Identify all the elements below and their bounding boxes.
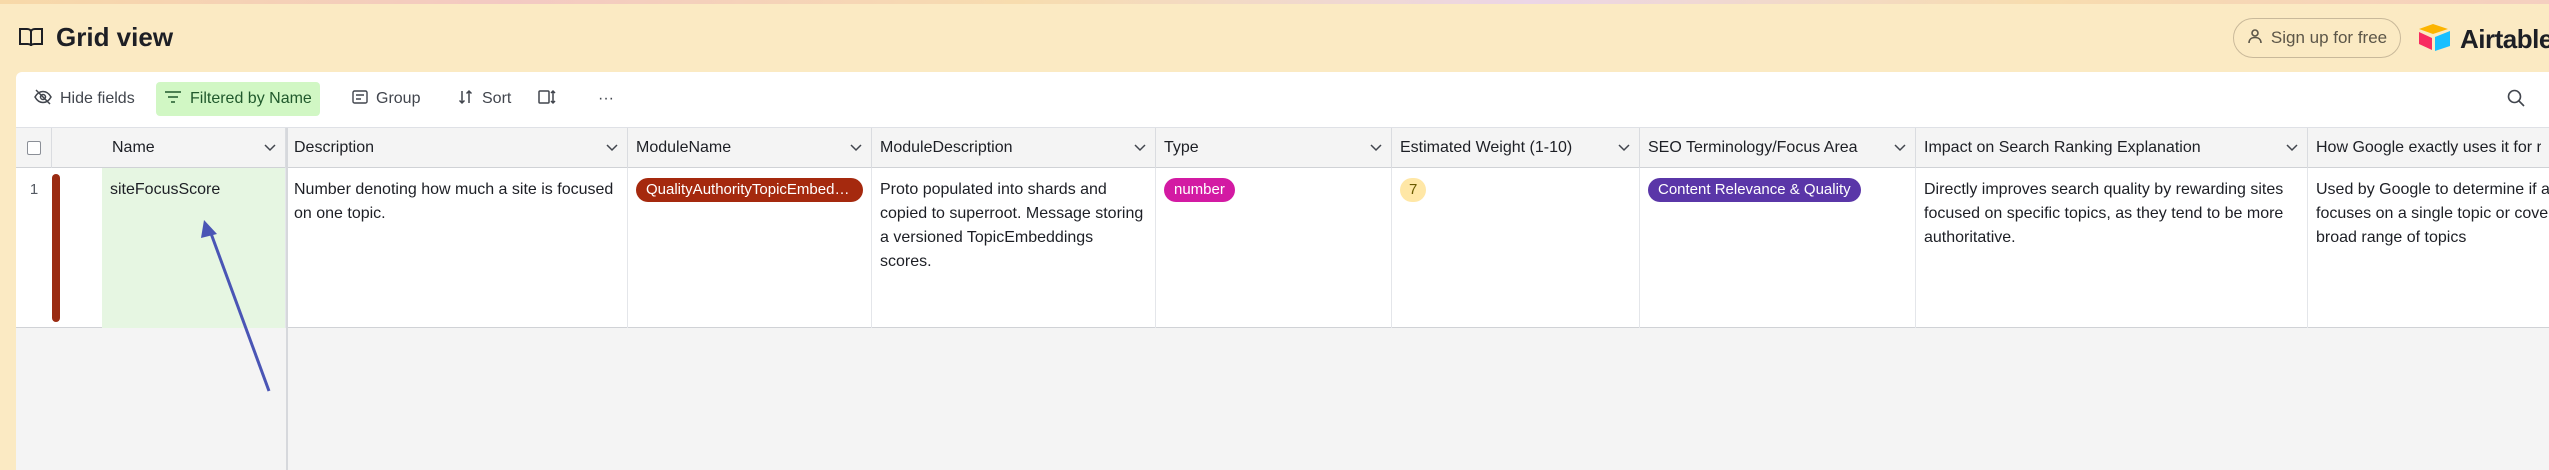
chevron-down-icon[interactable] [263,139,277,157]
module-name-cell[interactable]: QualityAuthorityTopicEmbeddings [628,168,872,328]
chevron-down-icon[interactable] [849,139,863,157]
module-description-cell[interactable]: Proto populated into shards and copied t… [872,168,1156,328]
chevron-down-icon[interactable] [1133,139,1147,157]
select-all-checkbox[interactable] [26,141,41,155]
table-row[interactable]: 1 siteFocusScore Number denoting how muc… [16,168,2549,328]
column-header-label: ModuleDescription [880,139,1013,156]
hide-fields-label: Hide fields [60,90,135,107]
sign-up-button[interactable]: Sign up for free [2233,18,2401,58]
sort-icon [458,89,474,110]
view-toolbar: Hide fields Filtered by Name Group Sort … [16,72,2549,128]
column-header-label: How Google exactly uses it for r [2316,139,2541,156]
column-header-type[interactable]: Type [1156,128,1392,168]
name-value: siteFocusScore [110,181,221,198]
impact-explanation-value: Directly improves search quality by rewa… [1924,181,2284,246]
column-header-module-description[interactable]: ModuleDescription [872,128,1156,168]
column-header-module-name[interactable]: ModuleName [628,128,872,168]
how-google-uses-cell[interactable]: Used by Google to determine if a site fo… [2308,168,2549,328]
column-header-name[interactable]: Name [52,128,286,168]
airtable-logo-icon [2418,22,2452,57]
group-icon [352,89,368,109]
view-title: Grid view [56,21,174,52]
airtable-brand[interactable]: Airtable [2418,22,2549,56]
column-header-how-google-uses[interactable]: How Google exactly uses it for r [2308,128,2549,168]
row-number-cell: 1 [16,168,52,328]
filter-button[interactable]: Filtered by Name [156,82,320,116]
estimated-weight-cell[interactable]: 7 [1392,168,1640,328]
grid-panel: Hide fields Filtered by Name Group Sort … [16,72,2549,470]
seo-focus-area-tag: Content Relevance & Quality [1648,178,1861,202]
name-cell[interactable]: siteFocusScore [102,168,286,328]
search-icon[interactable] [2506,88,2526,113]
module-description-value: Proto populated into shards and copied t… [880,181,1144,270]
book-icon [18,25,44,49]
column-header-impact-explanation[interactable]: Impact on Search Ranking Explanation [1916,128,2308,168]
view-title-group[interactable]: Grid view [18,20,173,54]
seo-focus-area-cell[interactable]: Content Relevance & Quality [1640,168,1916,328]
column-header-label: Impact on Search Ranking Explanation [1924,139,2201,156]
column-header-label: Description [294,139,375,156]
estimated-weight-tag: 7 [1400,178,1427,202]
column-header-label: Estimated Weight (1-10) [1400,139,1573,156]
records-grid: Name Description ModuleName ModuleDescri… [16,128,2549,470]
more-options-button[interactable]: ··· [590,82,622,116]
column-header-label: Name [112,139,155,156]
row-height-button[interactable] [530,82,564,116]
chevron-down-icon[interactable] [1369,139,1383,157]
impact-explanation-cell[interactable]: Directly improves search quality by rewa… [1916,168,2308,328]
type-cell[interactable]: number [1156,168,1392,328]
description-value: Number denoting how much a site is focus… [294,181,614,222]
select-all-cell [16,128,52,168]
group-label: Group [376,90,421,107]
how-google-uses-value: Used by Google to determine if a site fo… [2316,181,2549,246]
group-button[interactable]: Group [344,82,428,116]
column-header-estimated-weight[interactable]: Estimated Weight (1-10) [1392,128,1640,168]
grid-header-row: Name Description ModuleName ModuleDescri… [16,128,2549,168]
row-number: 1 [29,181,39,198]
sign-up-label: Sign up for free [2270,28,2388,47]
module-name-tag: QualityAuthorityTopicEmbeddings [636,178,863,202]
chevron-down-icon[interactable] [1893,139,1907,157]
column-header-seo-focus-area[interactable]: SEO Terminology/Focus Area [1640,128,1916,168]
hide-fields-button[interactable]: Hide fields [26,82,143,116]
user-icon [2247,28,2263,49]
row-color-bar [52,174,60,322]
sort-button[interactable]: Sort [450,82,519,116]
chevron-down-icon[interactable] [2285,139,2299,157]
eye-off-icon [34,88,52,110]
app-header: Grid view Sign up for free Airtable [0,4,2549,70]
sort-label: Sort [482,90,512,107]
column-header-label: ModuleName [636,139,732,156]
brand-name: Airtable [2460,23,2549,54]
description-cell[interactable]: Number denoting how much a site is focus… [286,168,628,328]
column-header-label: Type [1164,139,1199,156]
column-header-label: SEO Terminology/Focus Area [1648,139,1858,156]
filter-label: Filtered by Name [190,90,312,107]
chevron-down-icon[interactable] [605,139,619,157]
chevron-down-icon[interactable] [1617,139,1631,157]
row-height-icon [538,89,556,110]
column-header-description[interactable]: Description [286,128,628,168]
type-tag: number [1164,178,1235,202]
frozen-column-divider [286,128,288,470]
filter-icon [164,90,182,109]
